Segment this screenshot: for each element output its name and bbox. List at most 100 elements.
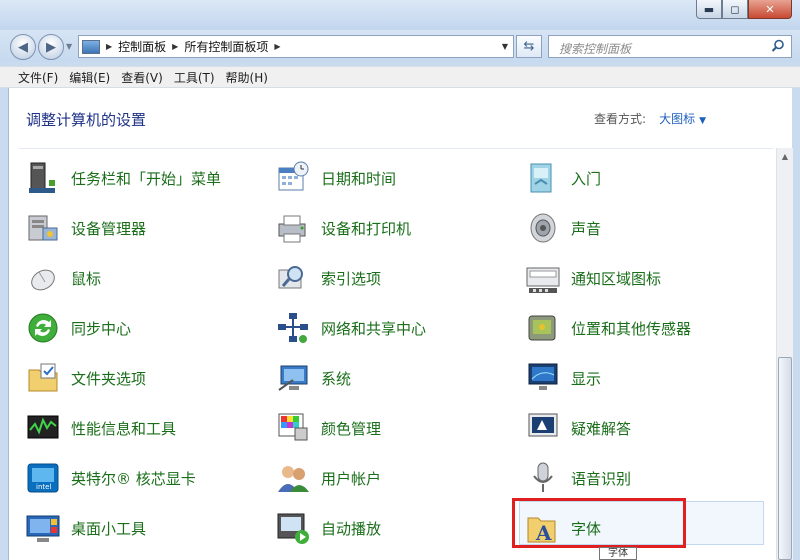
item-label[interactable]: 入门	[571, 168, 601, 189]
item-label[interactable]: 设备和打印机	[321, 218, 411, 239]
control-panel-item[interactable]: 显示	[521, 356, 761, 400]
control-panel-item[interactable]: 索引选项	[271, 256, 511, 300]
color-management-icon	[275, 410, 311, 446]
item-label[interactable]: 桌面小工具	[71, 518, 146, 539]
back-button[interactable]: ◀	[10, 34, 36, 60]
breadcrumb-separator-icon[interactable]: ▶	[274, 42, 280, 51]
breadcrumb-all-items[interactable]: 所有控制面板项	[184, 38, 268, 55]
back-arrow-icon: ◀	[18, 39, 28, 55]
item-label[interactable]: 颜色管理	[321, 418, 381, 439]
menu-edit[interactable]: 编辑(E)	[69, 69, 110, 86]
item-label[interactable]: 用户帐户	[321, 468, 381, 489]
control-panel-item[interactable]: 文件夹选项	[21, 356, 261, 400]
control-panel-item[interactable]: 用户帐户	[271, 456, 511, 500]
menu-file[interactable]: 文件(F)	[18, 69, 58, 86]
control-panel-item[interactable]: 设备和打印机	[271, 206, 511, 250]
autoplay-icon	[275, 510, 311, 546]
close-button[interactable]: ✕	[748, 0, 792, 19]
item-label[interactable]: 位置和其他传感器	[571, 318, 691, 339]
item-label[interactable]: 索引选项	[321, 268, 381, 289]
view-by-label: 查看方式:	[593, 112, 646, 126]
navigation-bar: ◀ ▶ ▼ ▶ 控制面板 ▶ 所有控制面板项 ▶ ▼ ⇆ 搜索控制面板	[0, 30, 800, 62]
item-label[interactable]: 疑难解答	[571, 418, 631, 439]
refresh-button[interactable]: ⇆	[516, 35, 542, 58]
view-by-value: 大图标	[659, 112, 696, 126]
mouse-icon	[25, 260, 61, 296]
search-input[interactable]: 搜索控制面板	[548, 35, 792, 58]
taskbar-icon	[25, 160, 61, 196]
item-label[interactable]: 性能信息和工具	[71, 418, 176, 439]
user-accounts-icon	[275, 460, 311, 496]
intel-graphics-icon: intel	[25, 460, 61, 496]
control-panel-item[interactable]: 语音识别	[521, 456, 761, 500]
menu-view[interactable]: 查看(V)	[121, 69, 163, 86]
control-panel-item[interactable]: 入门	[521, 156, 761, 200]
item-label[interactable]: 通知区域图标	[571, 268, 661, 289]
tooltip: 字体	[599, 547, 637, 560]
control-panel-item[interactable]: 疑难解答	[521, 406, 761, 450]
control-panel-item[interactable]: 日期和时间	[271, 156, 511, 200]
control-panel-item[interactable]: 鼠标	[21, 256, 261, 300]
control-panel-item[interactable]: intel 英特尔® 核芯显卡	[21, 456, 261, 500]
menu-tools[interactable]: 工具(T)	[174, 69, 215, 86]
recent-pages-dropdown[interactable]: ▼	[66, 42, 72, 51]
item-label[interactable]: 网络和共享中心	[321, 318, 426, 339]
divider	[19, 148, 773, 149]
search-placeholder: 搜索控制面板	[559, 42, 632, 56]
item-label[interactable]: 显示	[571, 368, 601, 389]
control-panel-item[interactable]: 设备管理器	[21, 206, 261, 250]
index-search-icon	[275, 260, 311, 296]
troubleshooting-icon	[525, 410, 561, 446]
red-highlight-box	[512, 498, 686, 548]
item-label[interactable]: 文件夹选项	[71, 368, 146, 389]
vertical-scrollbar[interactable]: ▲	[776, 148, 793, 560]
item-label[interactable]: 语音识别	[571, 468, 631, 489]
control-panel-item[interactable]: 系统	[271, 356, 511, 400]
svg-text:intel: intel	[36, 483, 51, 491]
menu-help[interactable]: 帮助(H)	[226, 69, 268, 86]
address-dropdown-icon[interactable]: ▼	[502, 42, 508, 51]
control-panel-item[interactable]: 自动播放	[271, 506, 511, 550]
breadcrumb-separator-icon[interactable]: ▶	[172, 42, 178, 51]
page-title: 调整计算机的设置	[26, 111, 147, 129]
item-label[interactable]: 设备管理器	[71, 218, 146, 239]
title-bar: ▬ ◻ ✕	[0, 0, 800, 30]
control-panel-item[interactable]: 任务栏和「开始」菜单	[21, 156, 261, 200]
item-label[interactable]: 系统	[321, 368, 351, 389]
device-manager-icon	[25, 210, 61, 246]
address-bar[interactable]: ▶ 控制面板 ▶ 所有控制面板项 ▶ ▼	[78, 35, 514, 58]
item-label[interactable]: 英特尔® 核芯显卡	[71, 468, 196, 489]
microphone-icon	[525, 460, 561, 496]
minimize-button[interactable]: ▬	[696, 0, 722, 19]
window-controls: ▬ ◻ ✕	[696, 0, 792, 19]
control-panel-item[interactable]: 通知区域图标	[521, 256, 761, 300]
control-panel-item[interactable]: 桌面小工具	[21, 506, 261, 550]
forward-arrow-icon: ▶	[46, 39, 56, 55]
breadcrumb-separator-icon[interactable]: ▶	[106, 42, 112, 51]
control-panel-item[interactable]: 性能信息和工具	[21, 406, 261, 450]
item-label[interactable]: 同步中心	[71, 318, 131, 339]
scrollbar-thumb[interactable]	[778, 357, 792, 560]
system-icon	[275, 360, 311, 396]
minimize-icon: ▬	[703, 2, 715, 16]
control-panel-item[interactable]: 位置和其他传感器	[521, 306, 761, 350]
search-icon[interactable]	[771, 39, 785, 53]
item-label[interactable]: 声音	[571, 218, 601, 239]
control-panel-item[interactable]: 颜色管理	[271, 406, 511, 450]
scroll-up-icon[interactable]: ▲	[777, 148, 793, 165]
display-icon	[525, 360, 561, 396]
item-label[interactable]: 鼠标	[71, 268, 101, 289]
breadcrumb-control-panel[interactable]: 控制面板	[118, 38, 166, 55]
getting-started-icon	[525, 160, 561, 196]
item-label[interactable]: 日期和时间	[321, 168, 396, 189]
item-label[interactable]: 自动播放	[321, 518, 381, 539]
printer-icon	[275, 210, 311, 246]
gadgets-icon	[25, 510, 61, 546]
maximize-button[interactable]: ◻	[722, 0, 748, 19]
forward-button[interactable]: ▶	[38, 34, 64, 60]
control-panel-item[interactable]: 网络和共享中心	[271, 306, 511, 350]
item-label[interactable]: 任务栏和「开始」菜单	[71, 168, 221, 189]
control-panel-item[interactable]: 声音	[521, 206, 761, 250]
control-panel-item[interactable]: 同步中心	[21, 306, 261, 350]
view-by-dropdown[interactable]: 大图标 ▼	[659, 110, 706, 127]
